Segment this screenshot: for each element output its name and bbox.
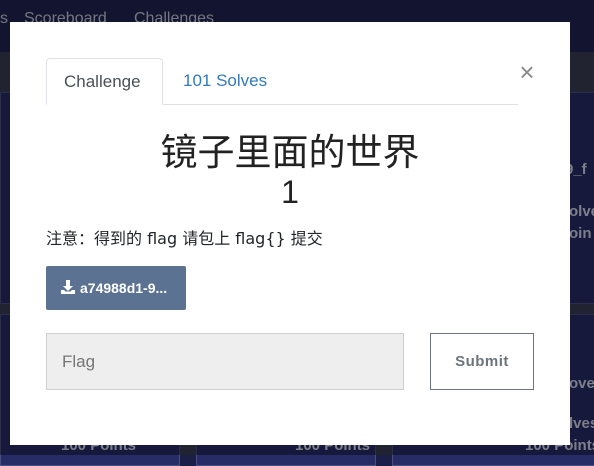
flag-input[interactable] xyxy=(46,333,404,390)
challenge-title: 镜子里面的世界 xyxy=(160,131,420,174)
challenge-points: 1 xyxy=(281,174,299,210)
challenge-modal: Challenge 101 Solves × 镜子里面的世界 1 注意：得到的 … xyxy=(10,22,570,445)
submit-button[interactable]: Submit xyxy=(430,333,534,390)
close-icon[interactable]: × xyxy=(516,59,538,85)
tab-challenge[interactable]: Challenge xyxy=(46,58,163,105)
file-download-label: a74988d1-9... xyxy=(80,280,168,296)
download-icon xyxy=(61,280,75,294)
file-download-button[interactable]: a74988d1-9... xyxy=(46,266,186,310)
modal-tabs: Challenge 101 Solves xyxy=(46,58,518,105)
challenge-description: 注意：得到的 flag 请包上 flag{} 提交 xyxy=(46,229,323,248)
tab-solves[interactable]: 101 Solves xyxy=(166,58,284,104)
